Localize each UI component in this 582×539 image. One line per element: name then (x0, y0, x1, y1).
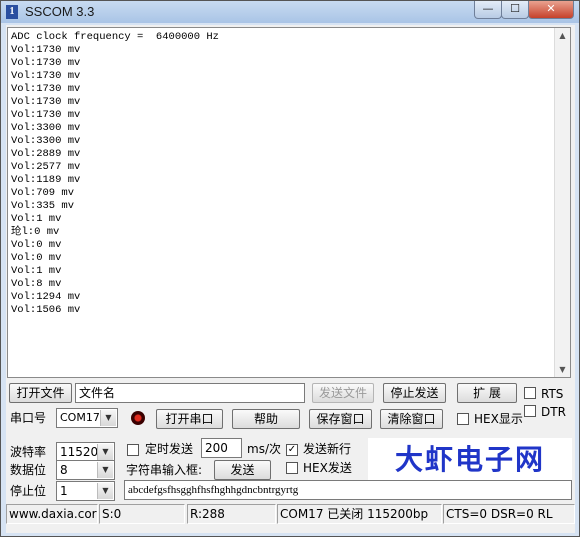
interval-unit-label: ms/次 (247, 442, 281, 456)
file-name-field[interactable]: 文件名 (75, 383, 305, 403)
chevron-down-icon[interactable]: ▼ (97, 444, 113, 460)
hex-send-checkbox[interactable] (286, 462, 298, 474)
terminal-line: Vol:3300 mv (11, 122, 81, 134)
terminal-line: Vol:1 mv (11, 265, 62, 277)
terminal-line: Vol:8 mv (11, 278, 62, 290)
terminal-line: Vol:2577 mv (11, 161, 81, 173)
status-website[interactable]: www.daxia.cor (6, 504, 98, 524)
terminal-line: Vol:1506 mv (11, 304, 81, 316)
help-button[interactable]: 帮助 (232, 409, 300, 429)
chevron-down-icon[interactable]: ▼ (100, 410, 116, 426)
baud-label: 波特率 (10, 445, 47, 459)
terminal-line: Vol:1730 mv (11, 44, 81, 56)
scroll-up-icon[interactable]: ▲ (558, 31, 567, 40)
terminal-line: Vol:1294 mv (11, 291, 81, 303)
dtr-checkbox[interactable] (524, 405, 536, 417)
status-sent-count: S:0 (99, 504, 185, 524)
send-newline-label: 发送新行 (303, 442, 352, 456)
vertical-scrollbar[interactable]: ▲ ▼ (554, 28, 570, 377)
client-area: ADC clock frequency = 6400000 Hz Vol:1730… (6, 25, 575, 533)
baud-select[interactable]: 115200 ▼ (56, 442, 115, 462)
string-input-label: 字符串输入框: (126, 463, 203, 477)
open-file-button[interactable]: 打开文件 (9, 383, 72, 403)
dtr-label: DTR (541, 405, 566, 419)
stopbits-value: 1 (60, 484, 68, 498)
terminal-line: Vol:709 mv (11, 187, 75, 199)
status-bar: www.daxia.cor S:0 R:288 COM17 已关闭 115200… (6, 504, 575, 526)
terminal-line: Vol:1730 mv (11, 109, 81, 121)
databits-select[interactable]: 8 ▼ (56, 460, 115, 480)
close-button[interactable]: ✕ (528, 1, 574, 19)
send-newline-checkbox[interactable]: ✓ (286, 444, 298, 456)
window-title: SSCOM 3.3 (25, 4, 95, 19)
terminal-line: 玱l:0 mv (11, 226, 60, 238)
databits-label: 数据位 (10, 463, 47, 477)
terminal-line: Vol:3300 mv (11, 135, 81, 147)
stopbits-label: 停止位 (10, 484, 47, 498)
terminal-line: Vol:1730 mv (11, 96, 81, 108)
save-window-button[interactable]: 保存窗口 (309, 409, 372, 429)
expand-button[interactable]: 扩 展 (457, 383, 517, 403)
terminal-line: Vol:2889 mv (11, 148, 81, 160)
scroll-down-icon[interactable]: ▼ (558, 365, 567, 374)
title-bar[interactable]: 1 SSCOM 3.3 — ☐ ✕ (1, 1, 579, 23)
send-button[interactable]: 发送 (214, 460, 271, 480)
terminal-line: Vol:1730 mv (11, 57, 81, 69)
terminal-line: Vol:1730 mv (11, 70, 81, 82)
brand-logo: 大虾电子网 (368, 438, 572, 484)
rts-label: RTS (541, 387, 564, 401)
status-port-state: COM17 已关闭 115200bp (277, 504, 442, 524)
port-value: COM17 (60, 411, 100, 424)
status-received-count: R:288 (187, 504, 276, 524)
hex-display-checkbox[interactable] (457, 413, 469, 425)
chevron-down-icon[interactable]: ▼ (97, 462, 113, 478)
chevron-down-icon[interactable]: ▼ (97, 483, 113, 499)
terminal-output: ADC clock frequency = 6400000 Hz Vol:1730… (11, 31, 219, 317)
terminal-line: Vol:1730 mv (11, 83, 81, 95)
port-label: 串口号 (10, 411, 47, 425)
terminal-line: ADC clock frequency = 6400000 Hz (11, 31, 219, 43)
send-file-button[interactable]: 发送文件 (312, 383, 374, 403)
stopbits-select[interactable]: 1 ▼ (56, 481, 115, 501)
terminal-line: Vol:0 mv (11, 239, 62, 251)
terminal-line: Vol:335 mv (11, 200, 75, 212)
clear-window-button[interactable]: 清除窗口 (380, 409, 443, 429)
databits-value: 8 (60, 463, 68, 477)
rts-checkbox[interactable] (524, 387, 536, 399)
hex-display-label: HEX显示 (474, 412, 523, 426)
app-window: 1 SSCOM 3.3 — ☐ ✕ ADC clock frequency = … (0, 0, 580, 537)
maximize-button[interactable]: ☐ (501, 1, 529, 19)
interval-input[interactable]: 200 (201, 438, 242, 458)
terminal-line: Vol:1189 mv (11, 174, 81, 186)
app-icon[interactable]: 1 (6, 5, 18, 19)
port-select[interactable]: COM17 ▼ (56, 408, 118, 428)
minimize-button[interactable]: — (474, 1, 502, 19)
send-text-input[interactable]: abcdefgsfhsgghfhsfhghhgdncbntrgyrtg (124, 480, 572, 500)
timed-send-checkbox[interactable] (127, 444, 139, 456)
stop-send-button[interactable]: 停止发送 (383, 383, 446, 403)
open-port-button[interactable]: 打开串口 (156, 409, 223, 429)
port-status-led-icon (131, 411, 145, 425)
terminal-line: Vol:1 mv (11, 213, 62, 225)
hex-send-label: HEX发送 (303, 461, 352, 475)
terminal-line: Vol:0 mv (11, 252, 62, 264)
timed-send-label: 定时发送 (145, 442, 194, 456)
receive-terminal[interactable]: ADC clock frequency = 6400000 Hz Vol:1730… (7, 27, 571, 378)
status-signals: CTS=0 DSR=0 RL (443, 504, 575, 524)
